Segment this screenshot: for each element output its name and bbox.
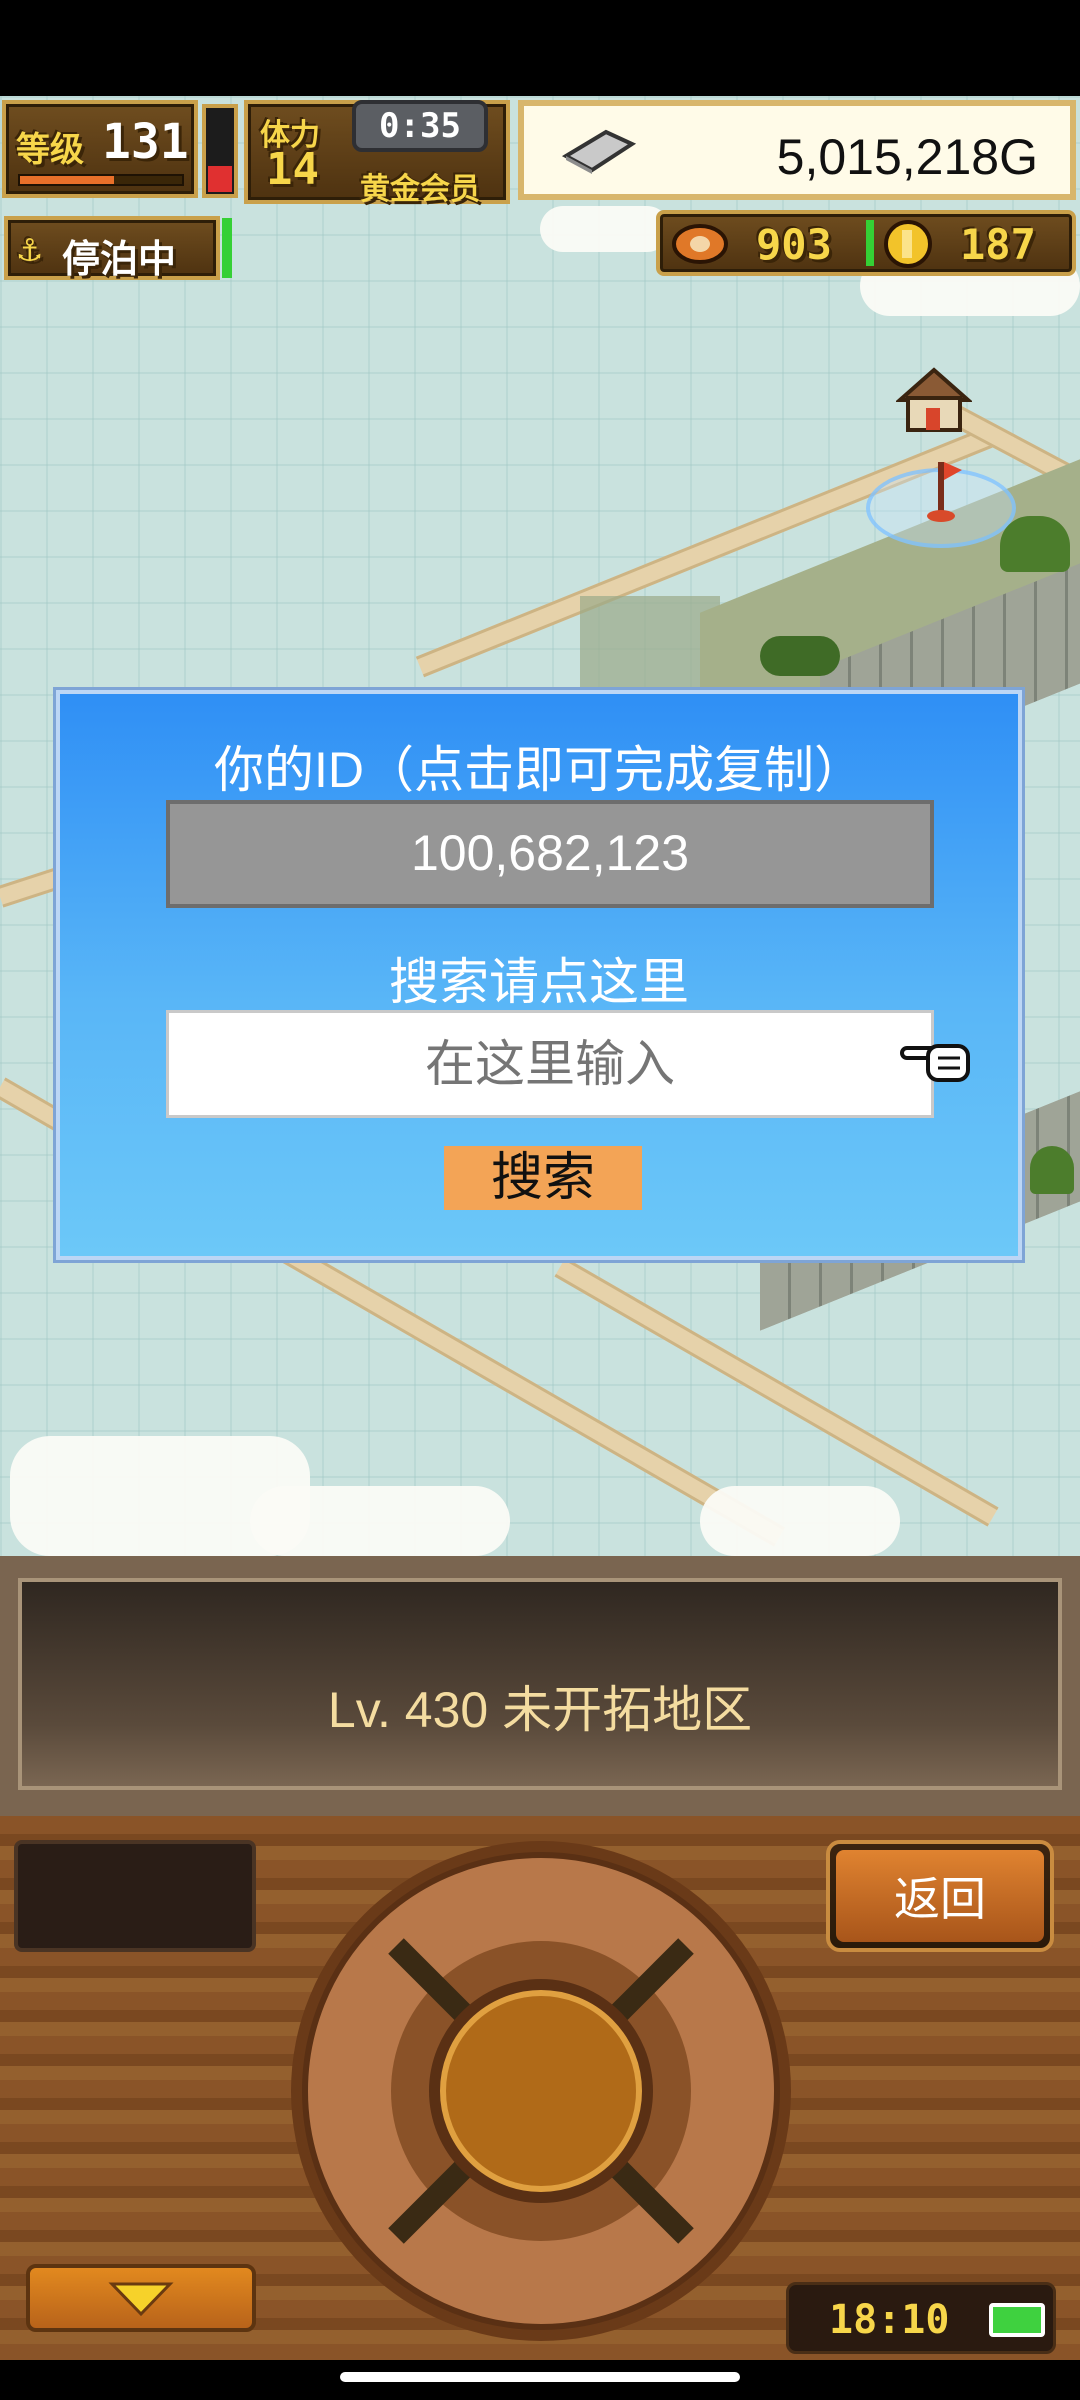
search-prompt: 搜索请点这里 — [389, 954, 689, 1010]
level-label: 等级 — [16, 130, 84, 170]
docked-status: 停泊中 — [62, 237, 177, 281]
control-panel: 返回 18:10 — [0, 1816, 1080, 2360]
resource-panel: 903 187 — [656, 210, 1076, 276]
back-button-label: 返回 — [836, 1850, 1044, 1942]
timer: 0:35 — [379, 106, 461, 146]
back-button[interactable]: 返回 — [826, 1840, 1054, 1952]
user-id-box[interactable]: 100,682,123 — [166, 800, 934, 908]
search-button[interactable]: 搜索 — [444, 1146, 642, 1210]
gold-panel: 5,015,218G — [518, 100, 1076, 200]
battery-icon — [989, 2303, 1045, 2337]
empty-slot — [14, 1840, 256, 1952]
tree-icon — [1030, 1146, 1074, 1194]
silver-bar-icon — [561, 129, 636, 174]
clock-panel: 18:10 — [786, 2282, 1056, 2354]
anchor-icon: ⚓ — [18, 226, 41, 270]
dialog-title[interactable]: 你的ID（点击即可完成复制） — [60, 730, 1018, 802]
chevron-down-icon — [108, 2282, 174, 2317]
food-icon — [672, 224, 728, 264]
pointing-hand-icon — [900, 1044, 970, 1082]
gold-amount: 5,015,218G — [776, 129, 1038, 185]
cloud — [540, 206, 670, 252]
tree-icon — [760, 636, 840, 676]
coin-icon — [884, 220, 932, 268]
clock-time: 18:10 — [829, 2297, 950, 2343]
home-indicator[interactable] — [340, 2372, 740, 2382]
membership-label: 黄金会员 — [360, 172, 480, 207]
area-name: Lv. 430 未开拓地区 — [327, 1682, 753, 1738]
status-indicator — [222, 218, 232, 278]
tree-icon — [1000, 516, 1070, 572]
coin-count: 187 — [960, 220, 1036, 269]
search-dialog: 你的ID（点击即可完成复制） 100,682,123 搜索请点这里 搜索 — [56, 690, 1022, 1260]
area-info-panel: Lv. 430 未开拓地区 — [0, 1556, 1080, 1816]
level-value: 131 — [102, 114, 189, 170]
level-panel: 等级 131 — [2, 100, 198, 198]
area-info-frame: Lv. 430 未开拓地区 — [18, 1578, 1062, 1790]
cloud — [700, 1486, 900, 1556]
flag-marker-icon[interactable] — [922, 456, 962, 526]
house-icon[interactable] — [896, 366, 972, 436]
food-count: 903 — [756, 220, 832, 269]
stamina-panel: 体力 14 0:35 黄金会员 — [244, 100, 510, 207]
expand-button[interactable] — [26, 2264, 256, 2332]
stamina-gauge — [202, 104, 238, 198]
docked-status-panel: ⚓ 停泊中 — [4, 216, 220, 281]
status-bar — [0, 0, 1080, 96]
cloud — [250, 1486, 510, 1556]
search-input[interactable] — [166, 1010, 934, 1118]
dpad-control[interactable] — [286, 1836, 796, 2346]
stamina-value: 14 — [266, 144, 319, 195]
